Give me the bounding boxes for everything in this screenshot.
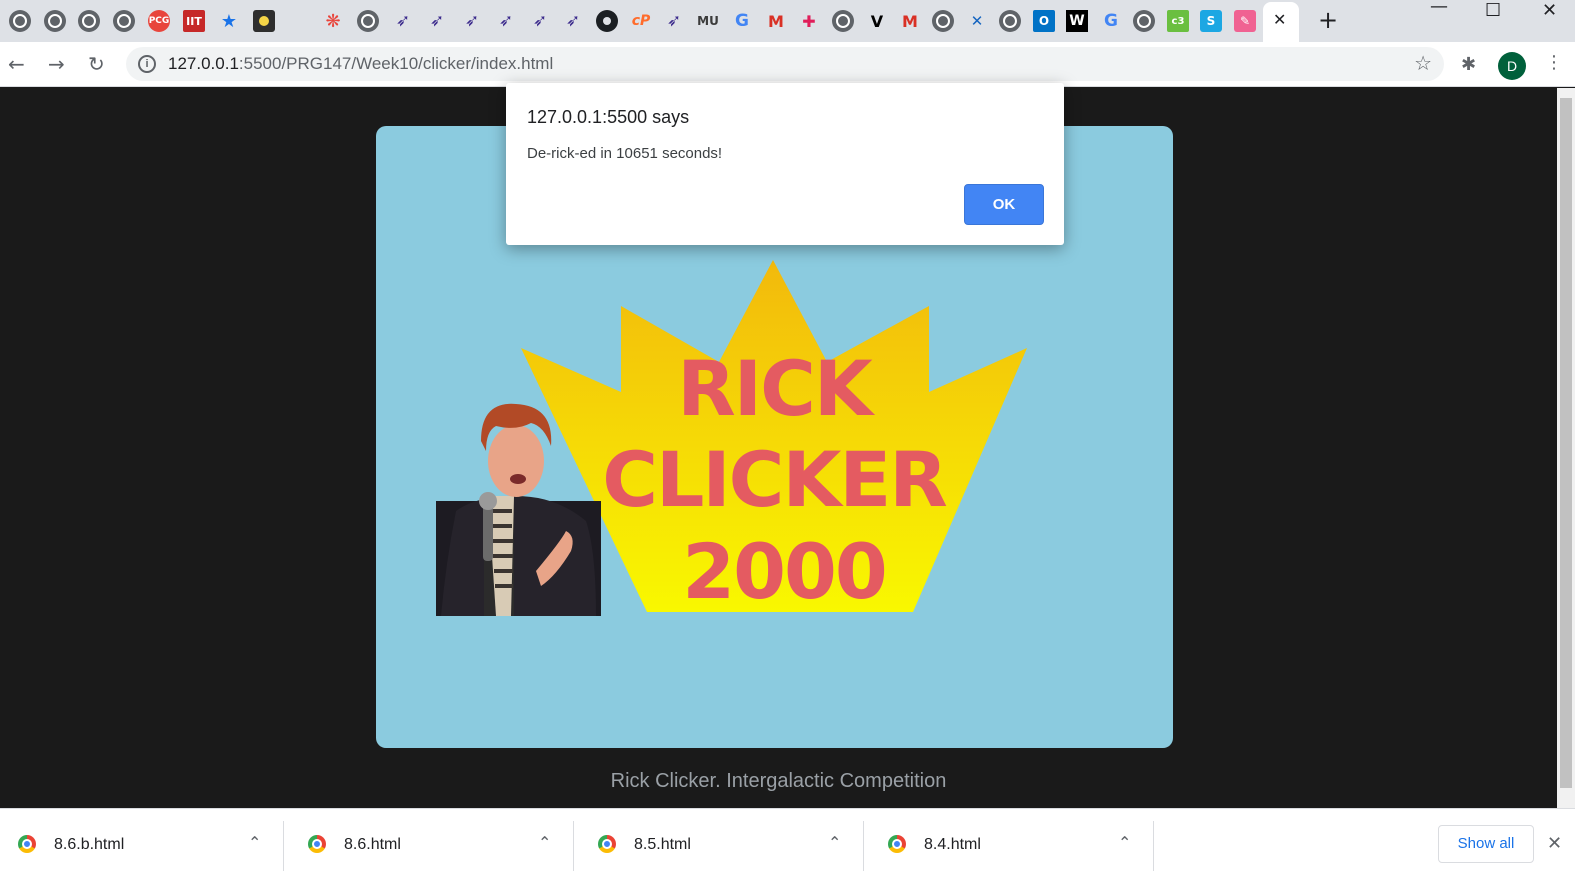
kebab-menu-icon[interactable]: ⋮ [1545, 52, 1563, 73]
flower-icon[interactable]: ❋ [322, 10, 344, 32]
feather-icon[interactable]: ➶ [392, 10, 414, 32]
gmail-icon[interactable]: M [899, 10, 921, 32]
close-shelf-icon[interactable]: ✕ [1547, 833, 1562, 854]
outlook-icon[interactable]: O [1033, 10, 1055, 32]
globe-icon[interactable] [113, 10, 135, 32]
url-host: 127.0.0.1 [168, 54, 239, 73]
download-item[interactable]: 8.6.html ⌃ [292, 821, 574, 871]
tab-strip: PCG IIT ★ ❋ ➶ ➶ ➶ ➶ ➶ ➶ cP ➶ MU G M ✚ V … [0, 0, 1575, 42]
chrome-icon [308, 835, 326, 853]
alert-title: 127.0.0.1:5500 says [527, 107, 690, 127]
download-filename: 8.5.html [634, 836, 691, 853]
pcg-icon[interactable]: PCG [148, 10, 170, 32]
logo-line-2: CLICKER [602, 435, 946, 524]
google-icon[interactable]: G [731, 10, 753, 32]
download-shelf: 8.6.b.html ⌃ 8.6.html ⌃ 8.5.html ⌃ 8.4.h… [0, 808, 1575, 880]
chevron-up-icon[interactable]: ⌃ [248, 833, 261, 852]
chrome-icon [18, 835, 36, 853]
xbox-icon[interactable] [253, 10, 275, 32]
address-bar[interactable]: i 127.0.0.1:5500/PRG147/Week10/clicker/i… [126, 47, 1444, 81]
globe-icon[interactable] [932, 10, 954, 32]
download-filename: 8.6.html [344, 836, 401, 853]
feather-icon[interactable]: ➶ [562, 10, 584, 32]
globe-icon[interactable] [9, 10, 31, 32]
pink-app-icon[interactable]: ✎ [1234, 10, 1256, 32]
star-icon[interactable]: ★ [218, 10, 240, 32]
chevron-up-icon[interactable]: ⌃ [1118, 833, 1131, 852]
feather-icon[interactable]: ➶ [529, 10, 551, 32]
feather-icon[interactable]: ➶ [461, 10, 483, 32]
back-arrow-icon[interactable]: ← [8, 52, 25, 76]
bookmark-star-icon[interactable]: ☆ [1414, 51, 1432, 75]
download-item[interactable]: 8.6.b.html ⌃ [2, 821, 284, 871]
extensions-puzzle-icon[interactable]: ✱ [1461, 54, 1476, 75]
gmail-icon[interactable]: M [765, 10, 787, 32]
chrome-icon [598, 835, 616, 853]
close-window-icon[interactable]: ✕ [1542, 0, 1557, 21]
logo-line-1: RICK [677, 344, 876, 433]
minimize-icon[interactable]: — [1430, 0, 1448, 17]
github-icon[interactable] [596, 10, 618, 32]
rick-astley-image[interactable] [436, 401, 601, 616]
feather-icon[interactable]: ➶ [663, 10, 685, 32]
close-tab-icon[interactable]: ✕ [1273, 10, 1286, 30]
globe-icon[interactable] [1133, 10, 1155, 32]
wikipedia-icon[interactable]: W [1066, 10, 1088, 32]
cpanel-icon[interactable]: cP [630, 10, 652, 32]
maximize-icon[interactable]: ☐ [1485, 0, 1501, 21]
alert-dialog: 127.0.0.1:5500 says De-rick-ed in 10651 … [506, 83, 1064, 245]
chevron-up-icon[interactable]: ⌃ [538, 833, 551, 852]
globe-icon[interactable] [78, 10, 100, 32]
new-tab-icon[interactable]: + [1318, 6, 1338, 34]
x-icon[interactable]: ✕ [966, 10, 988, 32]
mu-icon[interactable]: MU [697, 10, 719, 32]
globe-icon[interactable] [832, 10, 854, 32]
profile-avatar[interactable]: D [1498, 52, 1526, 80]
globe-icon[interactable] [44, 10, 66, 32]
slack-icon[interactable]: ✚ [798, 10, 820, 32]
chevron-up-icon[interactable]: ⌃ [828, 833, 841, 852]
browser-toolbar: ← → ↻ i 127.0.0.1:5500/PRG147/Week10/cli… [0, 42, 1575, 87]
ok-button[interactable]: OK [964, 184, 1044, 225]
page-footer: Rick Clicker. Intergalactic Competition [610, 770, 947, 792]
s-app-icon[interactable]: S [1200, 10, 1222, 32]
download-item[interactable]: 8.4.html ⌃ [872, 821, 1154, 871]
google-icon[interactable]: G [1100, 10, 1122, 32]
logo-line-3: 2000 [682, 527, 886, 616]
globe-icon[interactable] [357, 10, 379, 32]
forward-arrow-icon[interactable]: → [48, 52, 65, 76]
green-app-icon[interactable]: c3 [1167, 10, 1189, 32]
show-all-button[interactable]: Show all [1438, 825, 1534, 863]
download-filename: 8.6.b.html [54, 836, 125, 853]
url-text[interactable]: 127.0.0.1:5500/PRG147/Week10/clicker/ind… [168, 54, 553, 74]
scrollbar-thumb[interactable] [1560, 98, 1572, 788]
feather-icon[interactable]: ➶ [495, 10, 517, 32]
feather-icon[interactable]: ➶ [426, 10, 448, 32]
download-item[interactable]: 8.5.html ⌃ [582, 821, 864, 871]
download-filename: 8.4.html [924, 836, 981, 853]
reload-icon[interactable]: ↻ [88, 52, 105, 76]
url-path: :5500/PRG147/Week10/clicker/index.html [238, 54, 554, 73]
alert-message: De-rick-ed in 10651 seconds! [527, 145, 723, 162]
v-icon[interactable]: V [866, 10, 888, 32]
page-scrollbar[interactable] [1557, 88, 1575, 808]
globe-icon[interactable] [999, 10, 1021, 32]
info-icon[interactable]: i [138, 55, 156, 73]
chrome-icon [888, 835, 906, 853]
iit-icon[interactable]: IIT [183, 10, 205, 32]
